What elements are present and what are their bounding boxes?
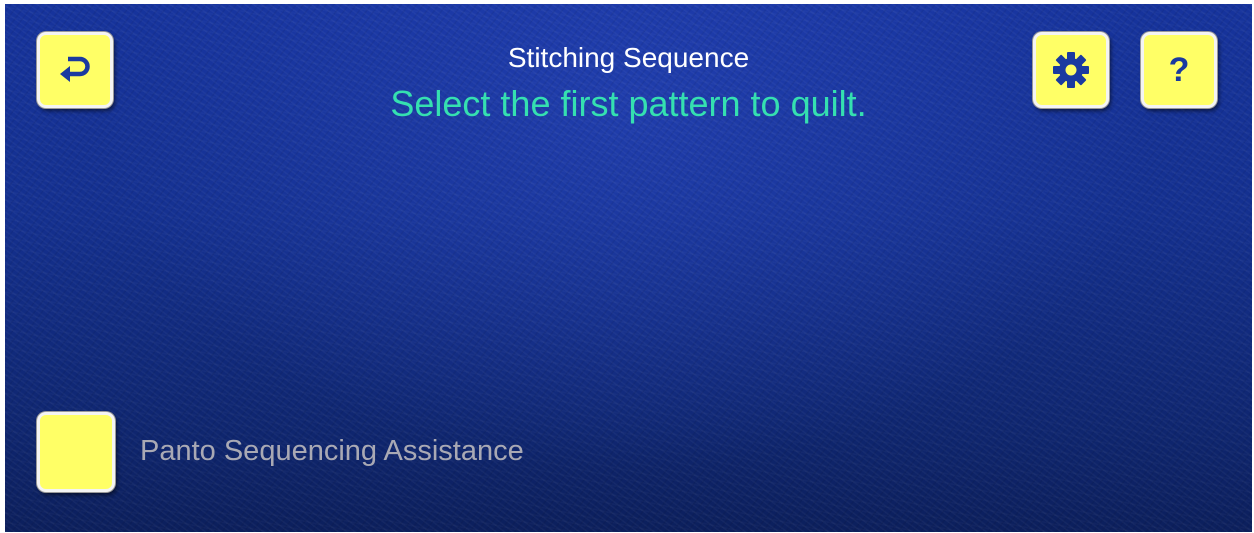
- gear-icon: [1053, 52, 1089, 88]
- panto-sequencing-toggle[interactable]: [37, 412, 115, 492]
- stitching-sequence-screen: Stitching Sequence Select the first patt…: [5, 4, 1252, 532]
- question-mark-icon: ?: [1168, 51, 1190, 89]
- help-button[interactable]: ?: [1141, 32, 1217, 108]
- panto-sequencing-label: Panto Sequencing Assistance: [140, 435, 524, 467]
- settings-button[interactable]: [1033, 32, 1109, 108]
